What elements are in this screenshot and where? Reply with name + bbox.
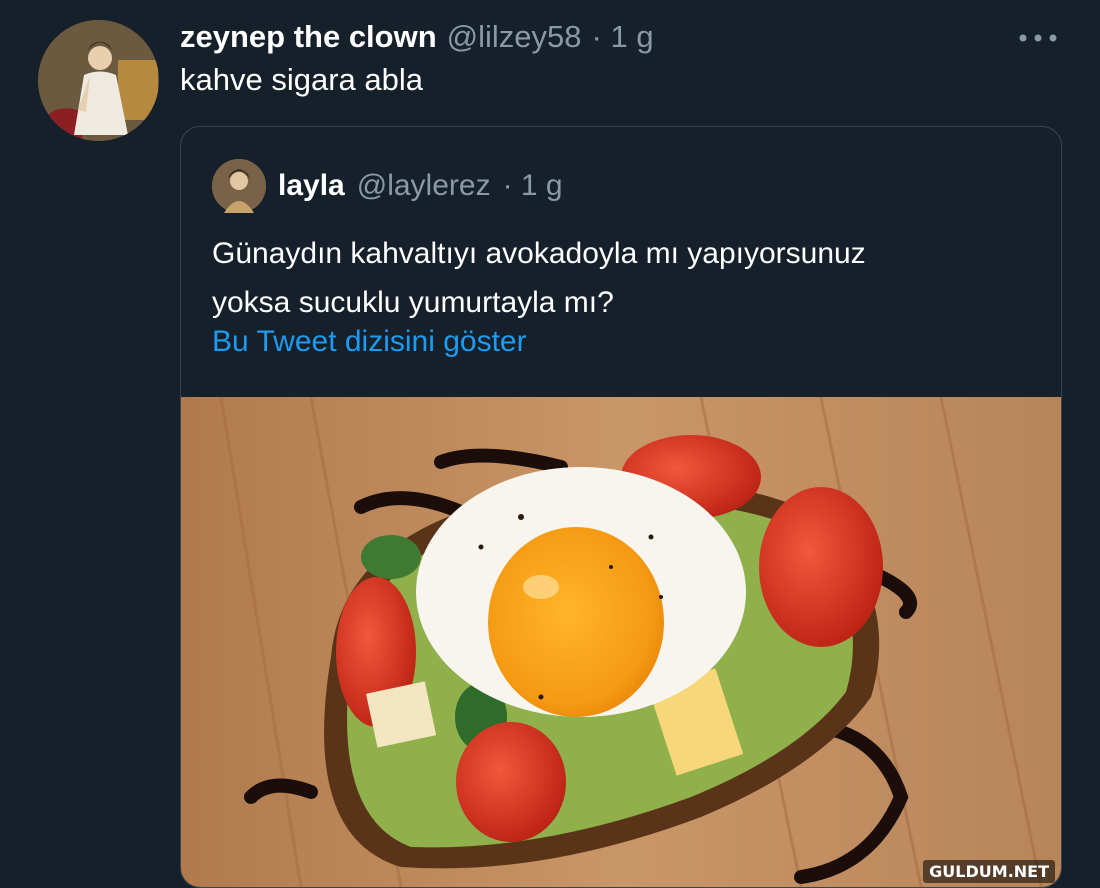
- quoted-display-name[interactable]: layla: [278, 169, 345, 203]
- quoted-tweet-card[interactable]: layla @laylerez · 1 g Günaydın kahvaltıy…: [180, 126, 1062, 888]
- quoted-tweet-time[interactable]: · 1 g: [503, 169, 563, 203]
- show-thread-link[interactable]: Bu Tweet dizisini göster: [212, 325, 527, 359]
- user-handle[interactable]: @lilzey58: [447, 19, 582, 55]
- quoted-tweet-header: layla @laylerez · 1 g: [212, 158, 563, 214]
- watermark: GULDUM.NET: [923, 860, 1055, 883]
- quoted-text-line-1: Günaydın kahvaltıyı avokadoyla mı yapıyo…: [212, 237, 866, 270]
- user-avatar[interactable]: [38, 20, 159, 141]
- display-name[interactable]: zeynep the clown: [180, 19, 437, 55]
- tweet-header: zeynep the clown @lilzey58 · 1 g: [180, 14, 654, 60]
- tweet-time[interactable]: · 1 g: [592, 19, 654, 55]
- quoted-text-line-2: yoksa sucuklu yumurtayla mı?: [212, 286, 614, 319]
- quoted-user-avatar[interactable]: [212, 159, 266, 213]
- quoted-tweet-text: Günaydın kahvaltıyı avokadoyla mı yapıyo…: [212, 229, 1032, 327]
- more-dots-icon[interactable]: [1018, 18, 1058, 52]
- tweet-photo[interactable]: GULDUM.NET: [181, 396, 1061, 887]
- quoted-user-handle[interactable]: @laylerez: [357, 169, 491, 203]
- tweet-text: kahve sigara abla: [180, 62, 423, 97]
